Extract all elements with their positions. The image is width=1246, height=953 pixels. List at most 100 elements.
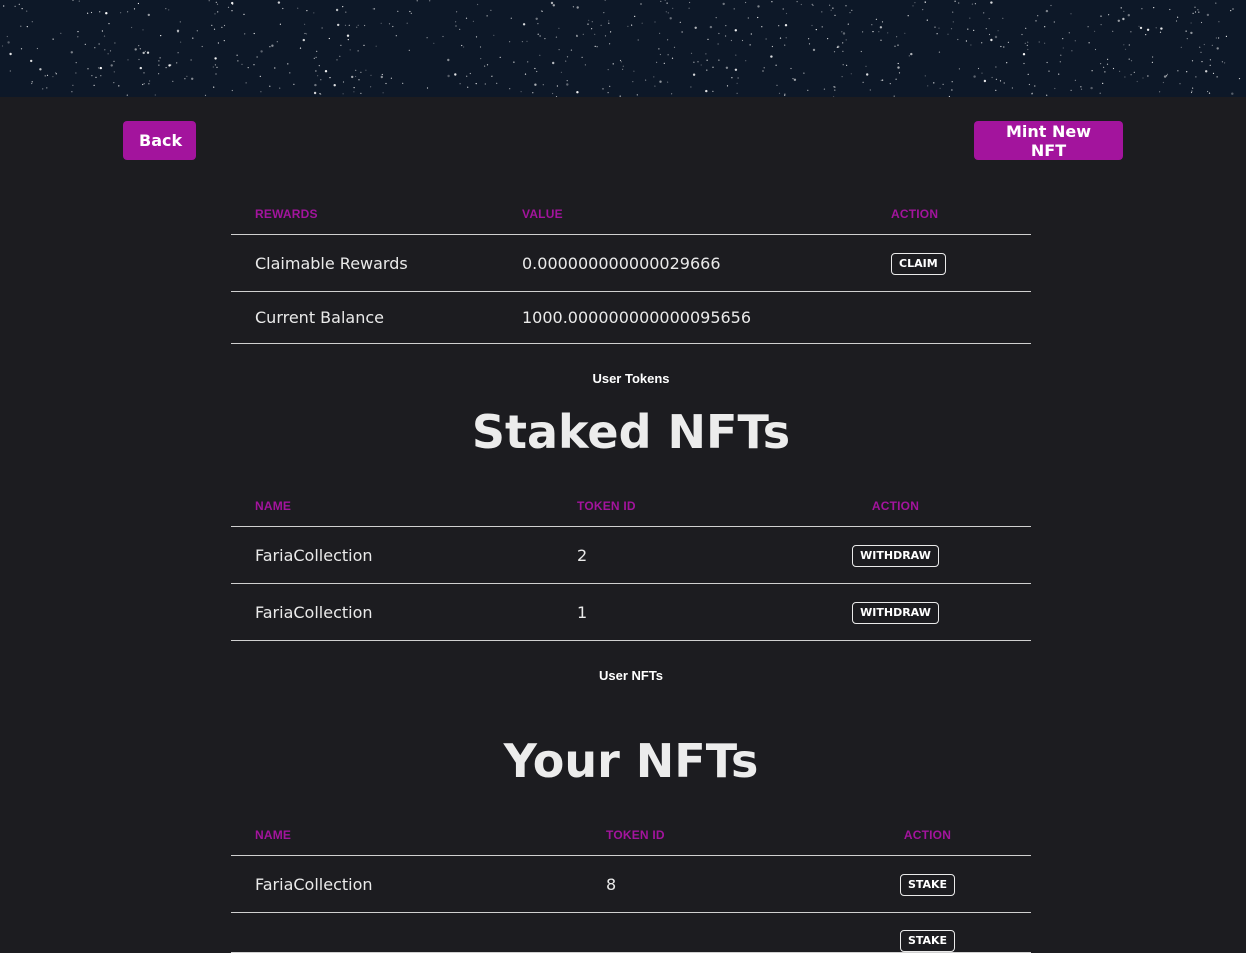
your-nfts-title: Your NFTs (503, 734, 759, 788)
star (1037, 15, 1039, 17)
star (1046, 94, 1048, 96)
star (110, 64, 113, 67)
star (113, 71, 115, 73)
star (997, 30, 999, 32)
star (1166, 73, 1168, 75)
star (763, 67, 765, 69)
star (898, 72, 901, 74)
value-column-header: VALUE (498, 194, 891, 235)
star (347, 39, 349, 41)
star (803, 72, 805, 74)
star (1238, 78, 1241, 80)
star (889, 83, 891, 85)
star (493, 34, 495, 37)
star (357, 50, 359, 52)
star (455, 21, 457, 23)
staked-nfts-title: Staked NFTs (471, 405, 791, 459)
star (72, 84, 74, 86)
claim-button[interactable]: CLAIM (891, 252, 946, 275)
star (1027, 73, 1029, 75)
star (1044, 26, 1046, 28)
star (882, 79, 884, 81)
star (1159, 31, 1162, 33)
star (95, 76, 97, 78)
star (108, 23, 110, 25)
star (811, 24, 813, 27)
star (351, 75, 354, 79)
star (830, 9, 832, 11)
star (829, 4, 831, 6)
star (1006, 62, 1008, 64)
star (812, 48, 816, 52)
star (133, 8, 136, 10)
star (697, 61, 699, 63)
star (535, 17, 538, 20)
star (1107, 58, 1109, 60)
withdraw-button[interactable]: WITHDRAW (852, 601, 939, 624)
star (87, 68, 89, 70)
star (118, 85, 120, 87)
star (30, 59, 33, 63)
star (211, 24, 213, 26)
star (725, 25, 727, 27)
back-button[interactable]: Back (123, 121, 196, 160)
star (1100, 15, 1102, 17)
star (1112, 30, 1114, 32)
stake-button[interactable]: STAKE (899, 873, 956, 896)
star (737, 77, 739, 79)
star (576, 6, 579, 9)
star (1100, 24, 1102, 26)
star (360, 71, 362, 73)
stake-button[interactable]: STAKE (899, 930, 956, 952)
star (1192, 12, 1194, 14)
star (741, 39, 744, 42)
star (480, 58, 482, 60)
star (1152, 56, 1154, 58)
star (715, 17, 717, 19)
star (1212, 72, 1215, 74)
star (869, 89, 871, 91)
star (673, 46, 676, 48)
star (139, 66, 142, 70)
star (1011, 87, 1014, 89)
star (114, 42, 116, 44)
star (1087, 26, 1089, 28)
star (808, 43, 811, 45)
star (313, 12, 315, 14)
table-row: Current Balance 1000.000000000000095656 (231, 291, 1031, 344)
star (897, 44, 899, 46)
star (942, 83, 944, 85)
star (120, 12, 122, 14)
star (1218, 21, 1220, 23)
star (321, 27, 323, 29)
star (127, 11, 129, 13)
star (576, 35, 578, 37)
star (988, 33, 991, 36)
star (1195, 76, 1197, 78)
star (55, 73, 57, 75)
star (510, 17, 512, 19)
star (627, 25, 629, 27)
star (244, 33, 246, 35)
star (706, 59, 708, 61)
star (1141, 8, 1143, 10)
star (981, 42, 983, 44)
mint-new-nft-button[interactable]: Mint New NFT (974, 121, 1123, 160)
star (42, 88, 44, 90)
star (1028, 83, 1030, 86)
star (622, 68, 624, 70)
star (87, 12, 89, 14)
star (469, 72, 471, 75)
withdraw-button[interactable]: WITHDRAW (852, 544, 939, 567)
star (734, 68, 738, 72)
star (541, 10, 543, 12)
star (1071, 50, 1073, 52)
star (636, 94, 638, 96)
star (784, 44, 786, 46)
star (426, 37, 428, 39)
action-column-header: ACTION (891, 194, 1031, 235)
star (215, 1, 217, 3)
star (342, 6, 344, 8)
star (214, 13, 216, 15)
star (881, 21, 884, 23)
